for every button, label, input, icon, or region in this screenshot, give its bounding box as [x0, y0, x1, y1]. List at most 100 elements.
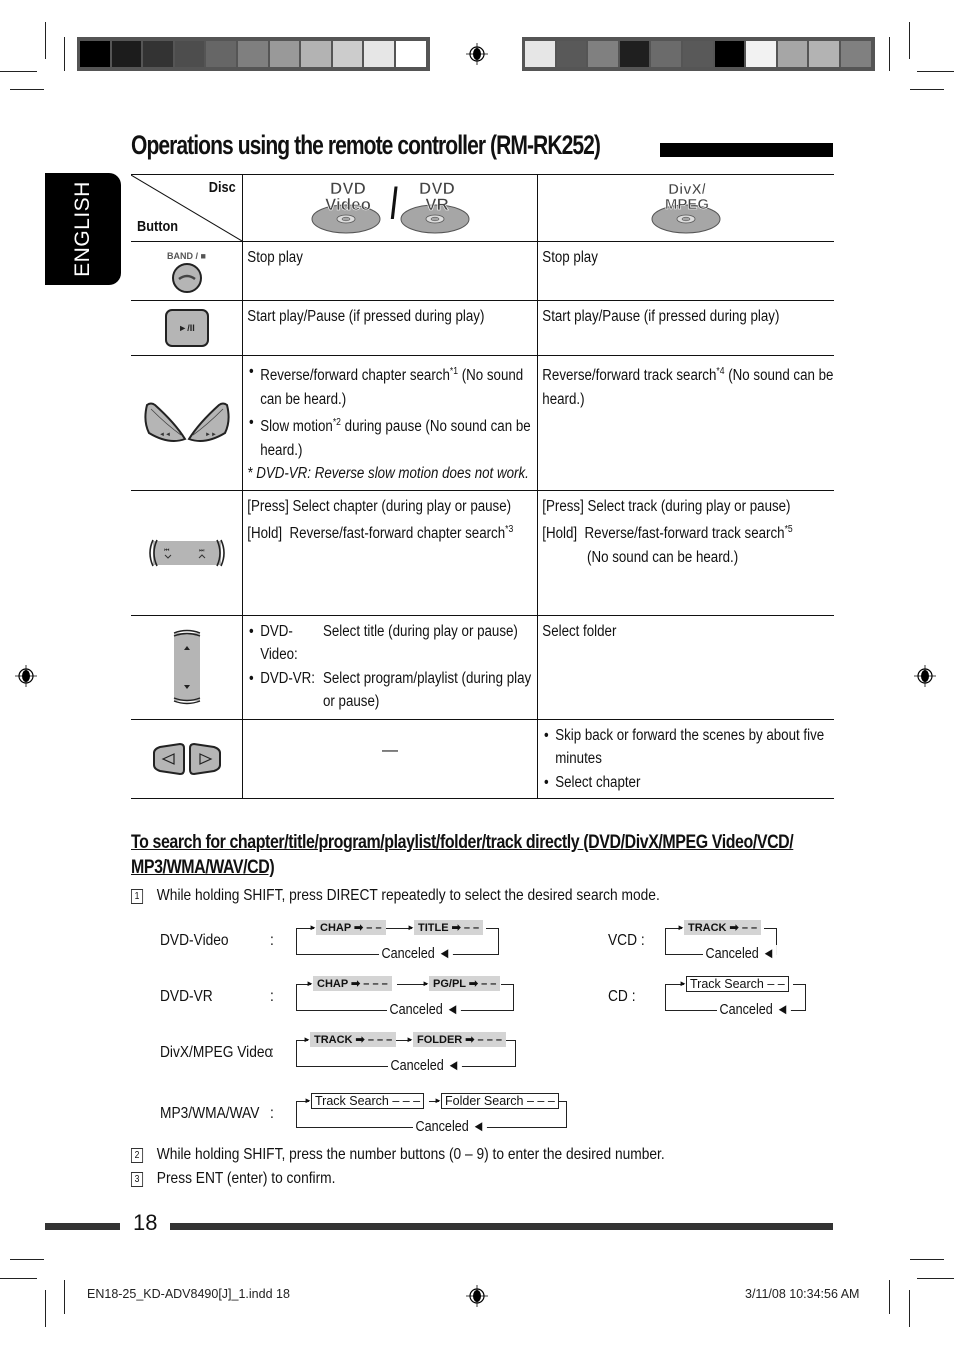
search-mode-box: CHAP ➡ – – – [313, 976, 392, 991]
crop-mark [64, 37, 65, 71]
flow-arrow-icon: ► [303, 1035, 311, 1044]
canceled-label: Canceled ◄ [387, 1057, 462, 1074]
mode-colon: : [270, 1044, 274, 1061]
page-rule-right [170, 1223, 833, 1230]
color-swatch [746, 41, 776, 67]
search-mode-box: TRACK ➡ – – [684, 920, 762, 935]
language-tab-label: ENGLISH [71, 181, 94, 277]
crop-mark [10, 1259, 44, 1260]
registration-target-icon [466, 1285, 488, 1307]
crop-mark [0, 71, 37, 72]
svg-text:►►: ►► [205, 432, 217, 438]
crop-mark [64, 1280, 65, 1314]
dvd-not-applicable: — [382, 741, 398, 759]
search-mode-box: TITLE ➡ – – [414, 920, 484, 935]
crop-mark [889, 1280, 890, 1314]
dvd-hold-desc: [Hold] Reverse/fast-forward chapter sear… [247, 524, 514, 543]
color-swatch [206, 41, 236, 67]
color-swatch [174, 41, 205, 67]
crop-mark [917, 1278, 954, 1279]
play-pause-button-icon[interactable]: ►/II [164, 309, 209, 347]
crop-mark [889, 37, 890, 71]
table-row: ◄◄ ►► Reverse/forward chapter search*1 (… [131, 355, 834, 491]
search-mode-box: Track Search – – – [311, 1093, 425, 1109]
step-number: 2 [131, 1148, 144, 1163]
divx-press-desc: [Press] Select track (during play or pau… [542, 497, 791, 515]
color-calibration-bar-right [522, 37, 875, 71]
stop-button-icon[interactable] [170, 262, 204, 294]
left-right-buttons-icon[interactable] [150, 743, 224, 776]
flow-line [296, 928, 297, 955]
dvd-vr-note: * DVD-VR: Reverse slow motion does not w… [247, 465, 529, 483]
flow-line [665, 984, 666, 1011]
flow-line [665, 928, 666, 955]
step-3: 3 Press ENT (enter) to confirm. [131, 1170, 335, 1188]
crop-mark [917, 71, 954, 72]
crop-mark [10, 89, 44, 90]
divx-hold-extra: (No sound can be heard.) [587, 548, 739, 566]
dvd-vr-disc-icon: DVD VR [399, 180, 474, 235]
table-header-row: Disc Button DVD Video / DVD VR DivX/ MPE… [131, 174, 834, 242]
list-item: DVD-VR:Select program/playlist (during p… [247, 667, 540, 714]
table-row: — Skip back or forward the scenes by abo… [131, 718, 837, 800]
flow-arrow-icon: ► [304, 1096, 312, 1105]
mode-label: DivX/MPEG Video [160, 1044, 273, 1061]
disc-separator: / [390, 179, 398, 228]
divx-mpeg-disc-icon: DivX/ MPEG [650, 181, 725, 235]
list-item: Select chapter [542, 771, 837, 795]
rewind-fast-forward-buttons-icon[interactable]: ◄◄ ►► [141, 401, 233, 445]
table-row: DVD-Video:Select title (during play or p… [131, 614, 834, 720]
flow-arrow-icon: ► [679, 979, 687, 988]
mode-label: DVD-VR [160, 988, 213, 1005]
color-swatch [809, 41, 839, 67]
color-swatch [143, 41, 173, 67]
color-swatch [651, 41, 681, 67]
flow-line [793, 984, 805, 985]
step-2: 2 While holding SHIFT, press the number b… [131, 1146, 665, 1164]
registration-target-icon [15, 665, 37, 687]
mode-label: CD : [608, 988, 636, 1005]
button-cell: ◄◄ ►► [131, 355, 243, 491]
color-swatch [237, 41, 268, 67]
svg-text:⏭: ⏭ [199, 548, 205, 554]
mode-colon: : [270, 1105, 274, 1122]
list-item: DVD-Video:Select title (during play or p… [247, 620, 540, 667]
page-number: 18 [133, 1210, 158, 1235]
button-cell: ►/II [131, 300, 243, 356]
disc-logo-line1: DivX/ [668, 181, 706, 198]
button-cell [131, 614, 243, 720]
search-mode-box: Folder Search – – – [441, 1093, 559, 1109]
up-down-buttons-icon[interactable] [172, 629, 202, 705]
crop-mark [45, 22, 46, 59]
search-mode-box: TRACK ➡ – – – [310, 1032, 397, 1047]
flow-line [296, 984, 297, 1011]
table-row: ⏮ ⏭ [Press] Select chapter (during play … [131, 489, 834, 616]
title-rule [660, 143, 833, 157]
dvd-video-disc-icon: DVD Video [310, 180, 385, 235]
mode-label: DVD-Video [160, 932, 229, 949]
page-rule-left [45, 1223, 120, 1230]
skip-prev-next-buttons-icon[interactable]: ⏮ ⏭ [147, 538, 227, 568]
disc-logo-line2: VR [425, 195, 449, 214]
color-swatch [840, 41, 871, 67]
flow-line [486, 928, 498, 929]
dvd-search-list: Reverse/forward chapter search*1 (No sou… [247, 360, 540, 462]
canceled-label: Canceled ◄ [413, 1118, 488, 1135]
crop-mark [909, 22, 910, 59]
color-swatch [301, 41, 331, 67]
flow-line [498, 928, 499, 955]
header-diagonal-cell: Disc Button [131, 174, 243, 242]
divx-skip-list: Skip back or forward the scenes by about… [542, 724, 837, 795]
disc-logo-line2: Video [325, 195, 372, 214]
canceled-label: Canceled ◄ [717, 1001, 792, 1018]
disc-logo-line2: MPEG [664, 196, 710, 213]
color-swatch [525, 41, 555, 67]
registration-target-icon [914, 665, 936, 687]
dvd-play-desc: Start play/Pause (if pressed during play… [247, 308, 485, 325]
color-swatch [111, 41, 142, 67]
operations-table: Disc Button DVD Video / DVD VR DivX/ MPE… [131, 174, 837, 800]
dvd-title-list: DVD-Video:Select title (during play or p… [247, 620, 540, 714]
color-swatch [269, 41, 300, 67]
registration-target-icon [466, 43, 488, 65]
flow-line [296, 1040, 297, 1067]
